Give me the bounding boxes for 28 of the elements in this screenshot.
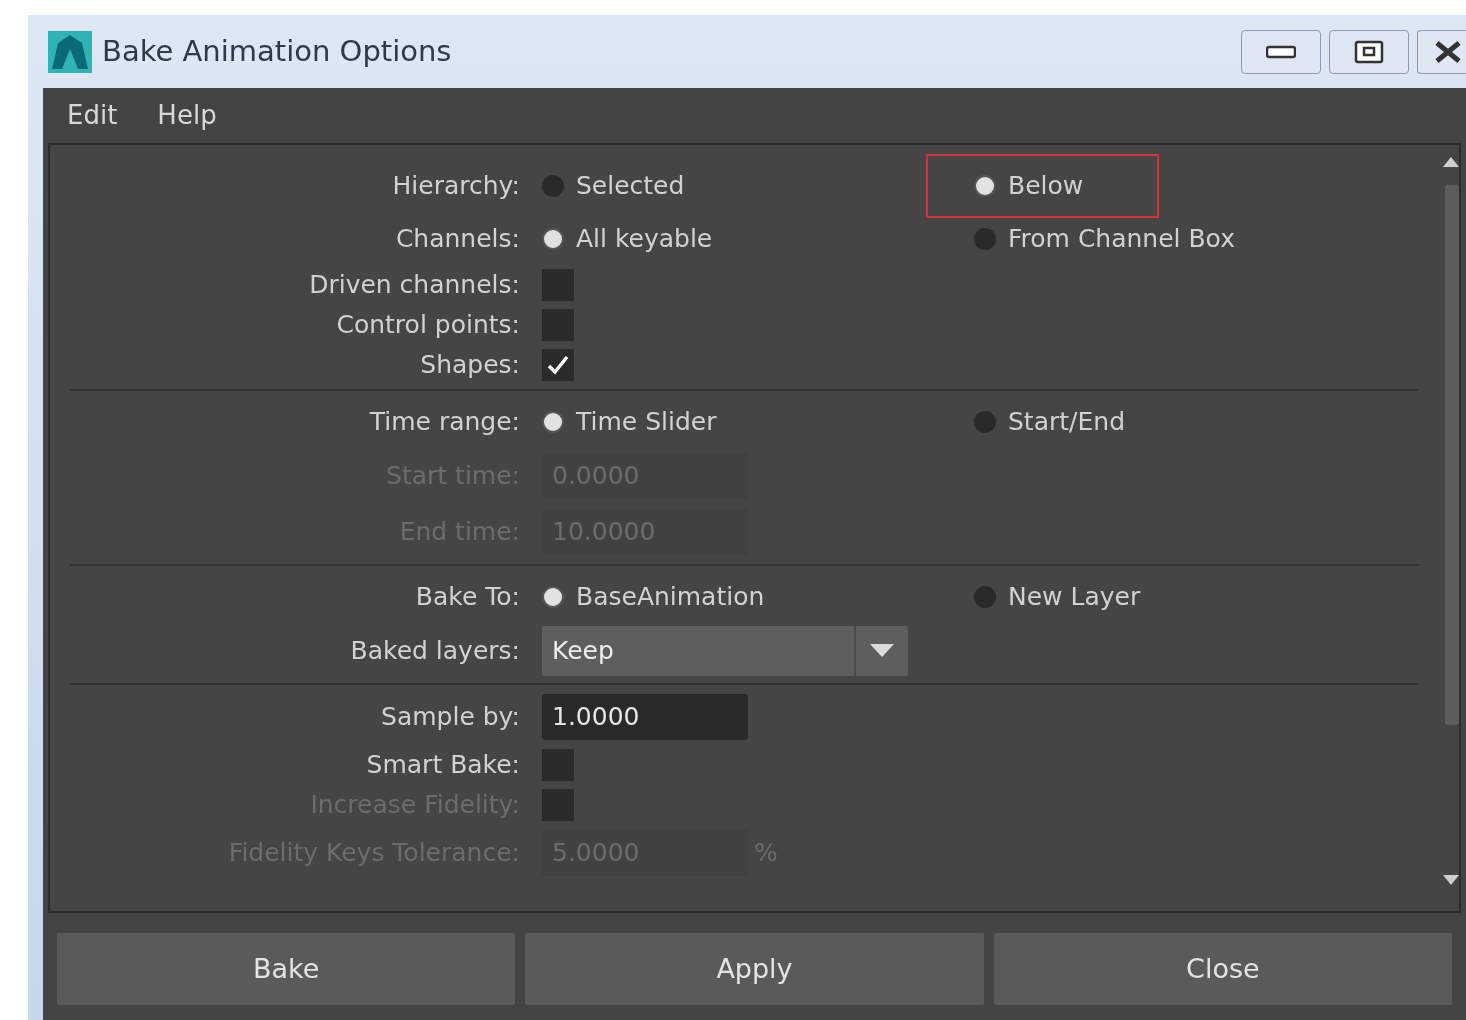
option-label[interactable]: New Layer [1008, 577, 1141, 616]
dialog-button[interactable]: Close [993, 933, 1452, 1005]
menu-item[interactable]: Help [157, 96, 217, 135]
field-label: Bake To: [414, 580, 521, 613]
field-label: Channels: [394, 222, 521, 255]
menu-item[interactable]: Edit [67, 96, 118, 135]
option-label[interactable]: From Channel Box [1008, 219, 1235, 258]
field-label: Baked layers: [349, 635, 521, 668]
window-title: Bake Animation Options [102, 32, 453, 70]
field-label: Smart Bake: [365, 749, 521, 782]
option-label[interactable]: Selected [576, 166, 685, 205]
dialog-button[interactable]: Bake [57, 933, 516, 1005]
dialog-button[interactable]: Apply [525, 933, 984, 1005]
percent-unit: % [754, 837, 778, 870]
field-label: Control points: [335, 309, 521, 342]
field-label: Sample by: [380, 701, 521, 734]
dropdown-value: Keep [551, 635, 615, 668]
option-label[interactable]: BaseAnimation [576, 577, 765, 616]
number-field[interactable]: 1.0000 [542, 694, 748, 740]
option-label[interactable]: Below [1008, 166, 1084, 205]
field-label: Time range: [368, 405, 521, 438]
field-label: Shapes: [419, 349, 521, 382]
field-label: Driven channels: [308, 269, 521, 302]
field-label: Hierarchy: [391, 169, 521, 202]
option-label[interactable]: Start/End [1008, 402, 1125, 441]
dropdown[interactable]: Keep [542, 626, 908, 676]
option-label[interactable]: Time Slider [576, 402, 717, 441]
option-label[interactable]: All keyable [576, 219, 713, 258]
